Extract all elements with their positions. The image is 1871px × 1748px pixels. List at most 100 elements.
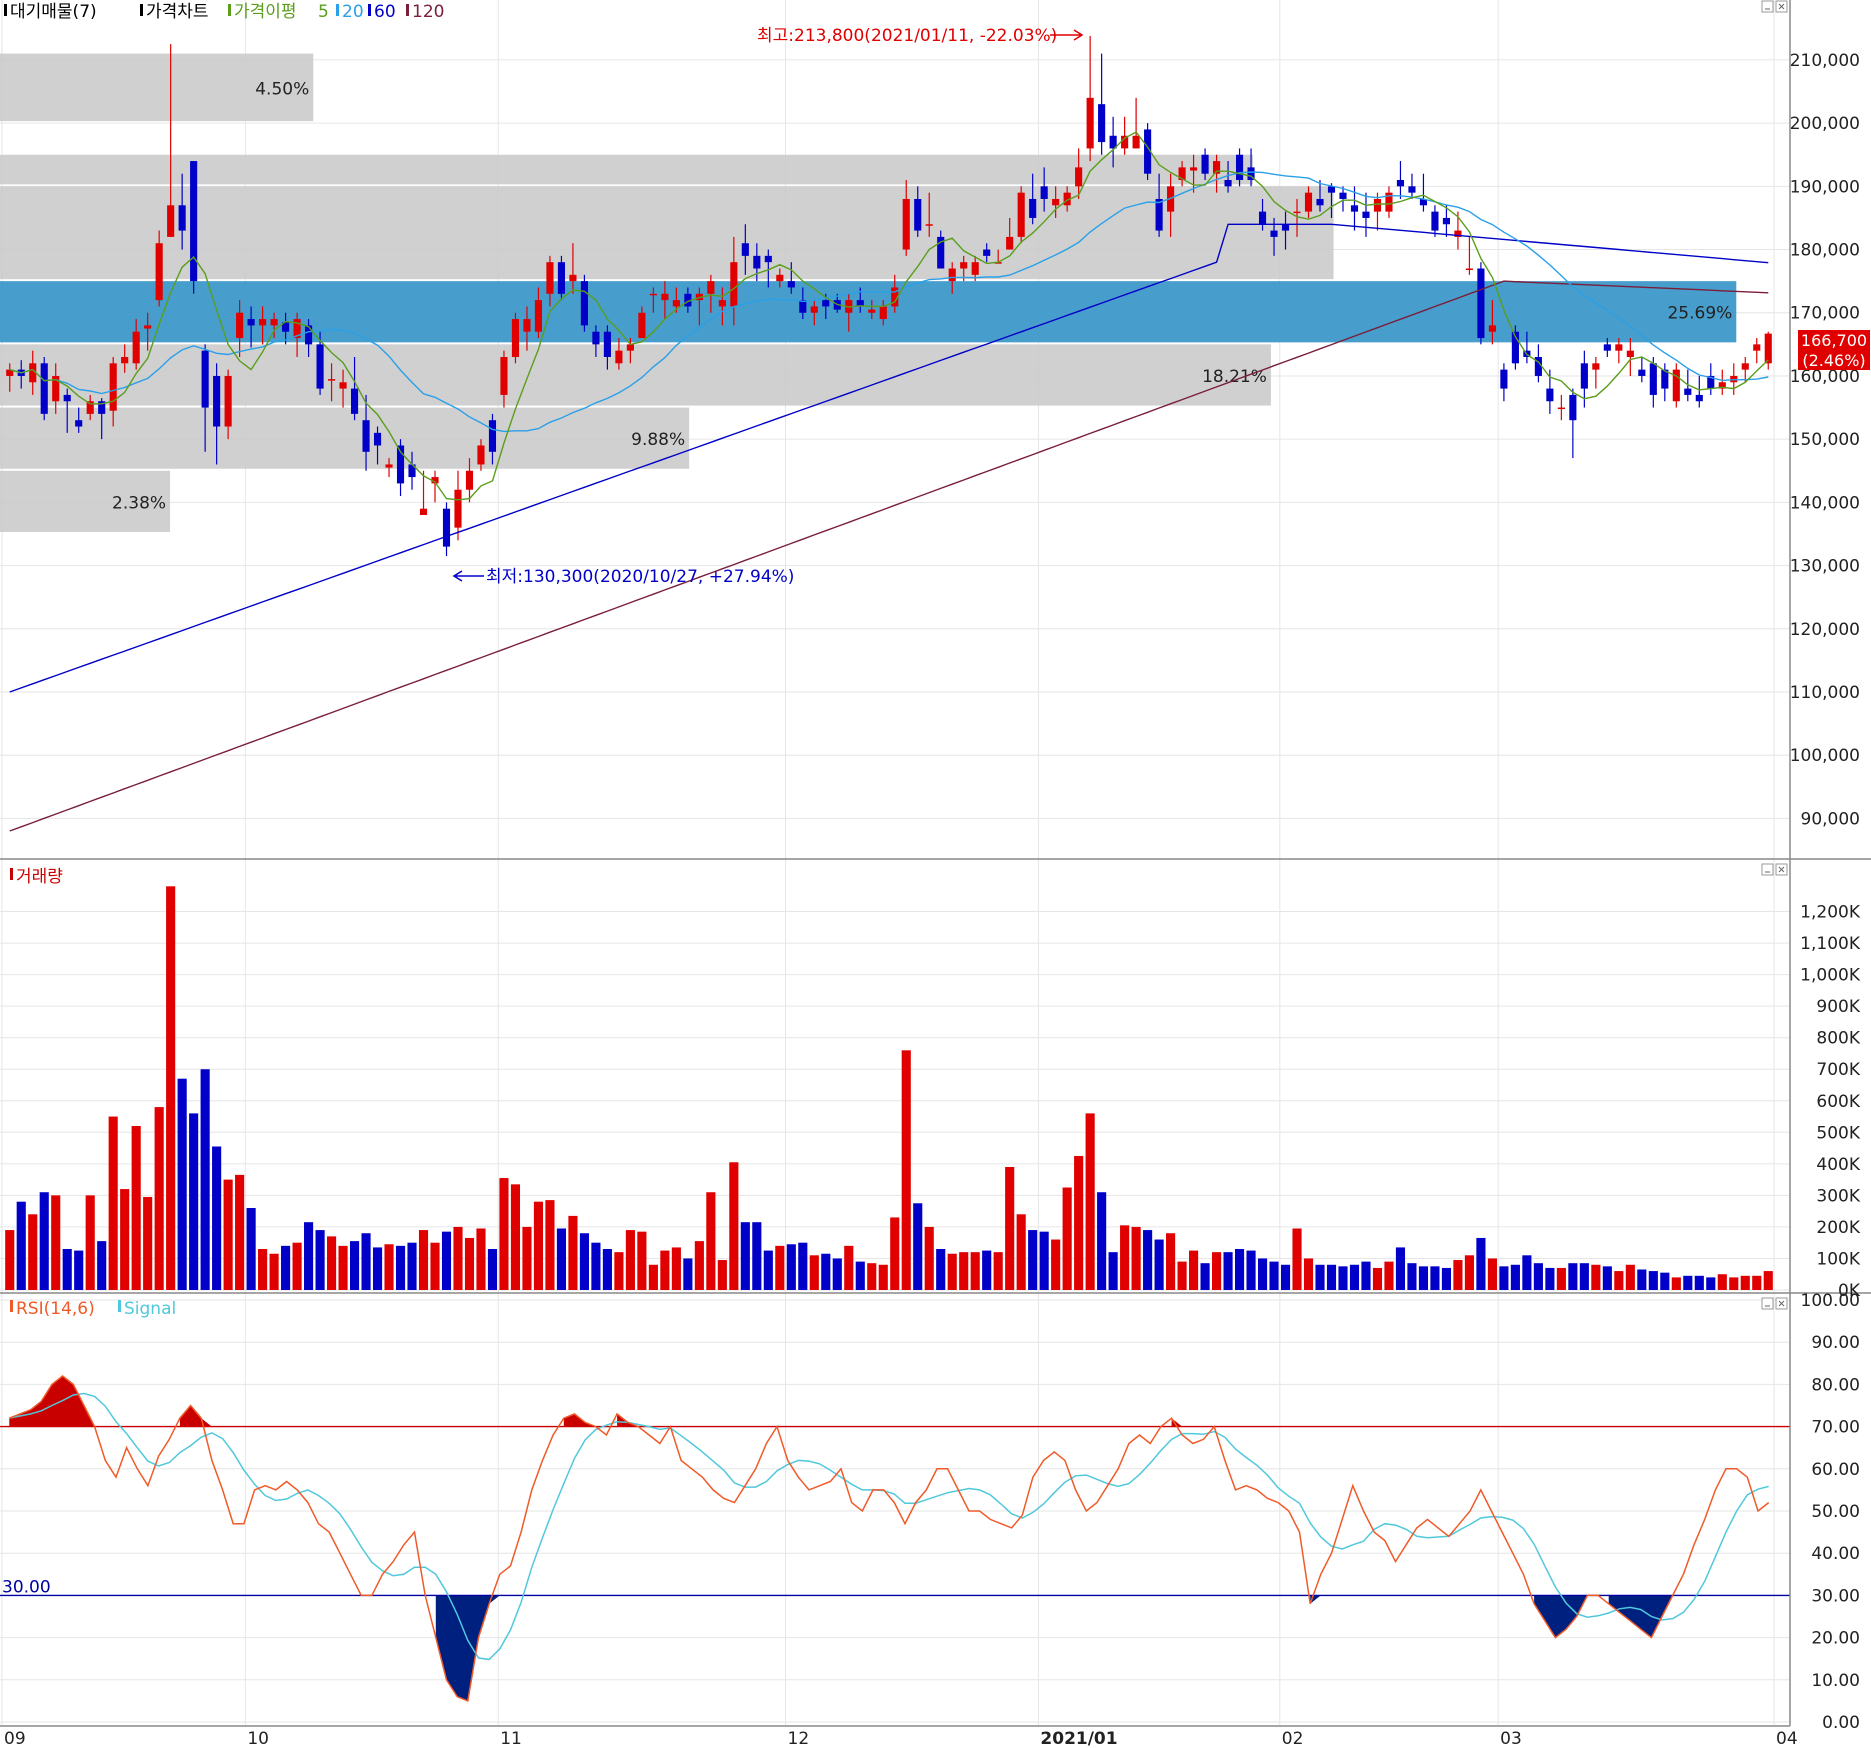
price-tick-label: 210,000 <box>1790 51 1860 71</box>
volume-bar <box>51 1195 61 1290</box>
volume-bar <box>1395 1247 1406 1290</box>
legend-ma5: 5 <box>318 2 329 22</box>
candle-body <box>1442 217 1450 225</box>
candle-body <box>1029 198 1037 218</box>
volume-bar <box>602 1249 612 1290</box>
candle-body <box>488 420 497 452</box>
price-tick-label: 140,000 <box>1790 493 1860 513</box>
x-tick-label: 03 <box>1500 1729 1522 1748</box>
x-tick-label: 12 <box>788 1729 810 1748</box>
volume-bar <box>637 1231 647 1290</box>
volume-bar <box>821 1253 831 1290</box>
volume-bar <box>740 1222 750 1290</box>
volume-bar <box>177 1078 187 1290</box>
volume-bar <box>441 1231 452 1290</box>
volume-tick-label: 300K <box>1816 1186 1860 1206</box>
volume-bar <box>5 1230 15 1290</box>
volume-bar <box>1671 1277 1681 1290</box>
candle-body <box>741 243 749 256</box>
volume-bar <box>1005 1167 1015 1290</box>
candle-body <box>328 379 336 381</box>
volume-bar <box>166 886 176 1290</box>
volume-bar <box>1234 1249 1245 1290</box>
minimize-icon[interactable] <box>1761 863 1774 876</box>
volume-tick-label: 900K <box>1816 997 1860 1017</box>
volume-bar <box>1568 1263 1578 1290</box>
volume-bar <box>327 1236 337 1290</box>
candle-body <box>477 445 485 465</box>
candle-body <box>1684 388 1692 395</box>
volume-bar <box>1740 1275 1750 1290</box>
candle-body <box>75 420 83 427</box>
candle-body <box>247 319 255 326</box>
volume-bar <box>1579 1263 1589 1290</box>
volume-bar <box>890 1217 900 1290</box>
price-tick-label: 190,000 <box>1790 177 1860 197</box>
volume-tick-label: 100K <box>1816 1249 1860 1269</box>
candle-body <box>810 306 818 313</box>
candle-body <box>1764 333 1772 364</box>
candle-body <box>569 274 577 282</box>
minimize-icon[interactable] <box>1761 1297 1774 1310</box>
volume-bar <box>1533 1263 1543 1290</box>
candle-body <box>339 382 347 389</box>
volume-bar <box>1349 1264 1360 1290</box>
candle-body <box>534 300 543 332</box>
supply-band-label: 9.88% <box>631 430 685 450</box>
price-tick-label: 120,000 <box>1790 620 1860 640</box>
minimize-icon[interactable] <box>1761 0 1774 13</box>
volume-bar <box>1200 1263 1210 1290</box>
volume-bar <box>1660 1272 1670 1290</box>
candle-body <box>523 319 531 332</box>
candle-body <box>1638 369 1646 376</box>
candle-body <box>1741 363 1749 370</box>
volume-bar <box>1418 1266 1429 1290</box>
volume-bar <box>844 1245 854 1290</box>
candle-body <box>1006 236 1014 250</box>
volume-bar <box>924 1226 934 1290</box>
candle-body <box>1017 192 1025 237</box>
volume-bar <box>1131 1226 1141 1290</box>
x-tick-label: 09 <box>4 1729 26 1748</box>
candle-body <box>236 312 244 339</box>
volume-bar <box>315 1230 325 1290</box>
volume-bar <box>1522 1255 1532 1290</box>
candle-body <box>822 300 830 307</box>
volume-bar <box>1556 1267 1566 1290</box>
rsi-tick-label: 20.00 <box>1811 1629 1860 1649</box>
volume-bar <box>1085 1113 1095 1290</box>
candle-body <box>1190 167 1198 171</box>
candle-body <box>1373 198 1382 212</box>
volume-bar <box>1763 1271 1773 1290</box>
volume-bar <box>936 1249 946 1290</box>
candle-body <box>1052 198 1060 206</box>
volume-bar <box>1729 1277 1739 1290</box>
volume-bar <box>556 1228 566 1290</box>
volume-bar <box>1407 1263 1417 1290</box>
volume-bar <box>74 1250 84 1290</box>
volume-tick-label: 800K <box>1816 1029 1860 1049</box>
legend-rsi: RSI(14,6) <box>16 1299 95 1319</box>
volume-bar <box>1223 1252 1233 1290</box>
candle-body <box>983 249 991 256</box>
candle-body <box>1132 135 1140 149</box>
volume-bar <box>522 1226 532 1290</box>
candle-body <box>902 198 910 250</box>
candle-body <box>155 243 163 301</box>
candle-body <box>1615 344 1623 351</box>
volume-bar <box>993 1252 1003 1290</box>
candle-body <box>603 331 611 357</box>
candle-body <box>557 262 565 294</box>
volume-bar <box>1326 1264 1337 1290</box>
price-tick-label: 100,000 <box>1790 746 1860 766</box>
rsi-tick-label: 90.00 <box>1811 1333 1860 1353</box>
x-tick-label: 10 <box>247 1729 269 1748</box>
volume-bar <box>1062 1187 1072 1290</box>
price-tick-label: 110,000 <box>1790 683 1860 703</box>
volume-bar <box>798 1242 808 1290</box>
rsi-tick-label: 80.00 <box>1811 1375 1860 1395</box>
candle-body <box>132 331 140 364</box>
candle-body <box>753 255 761 269</box>
supply-band <box>0 407 690 469</box>
volume-bar <box>476 1228 486 1290</box>
